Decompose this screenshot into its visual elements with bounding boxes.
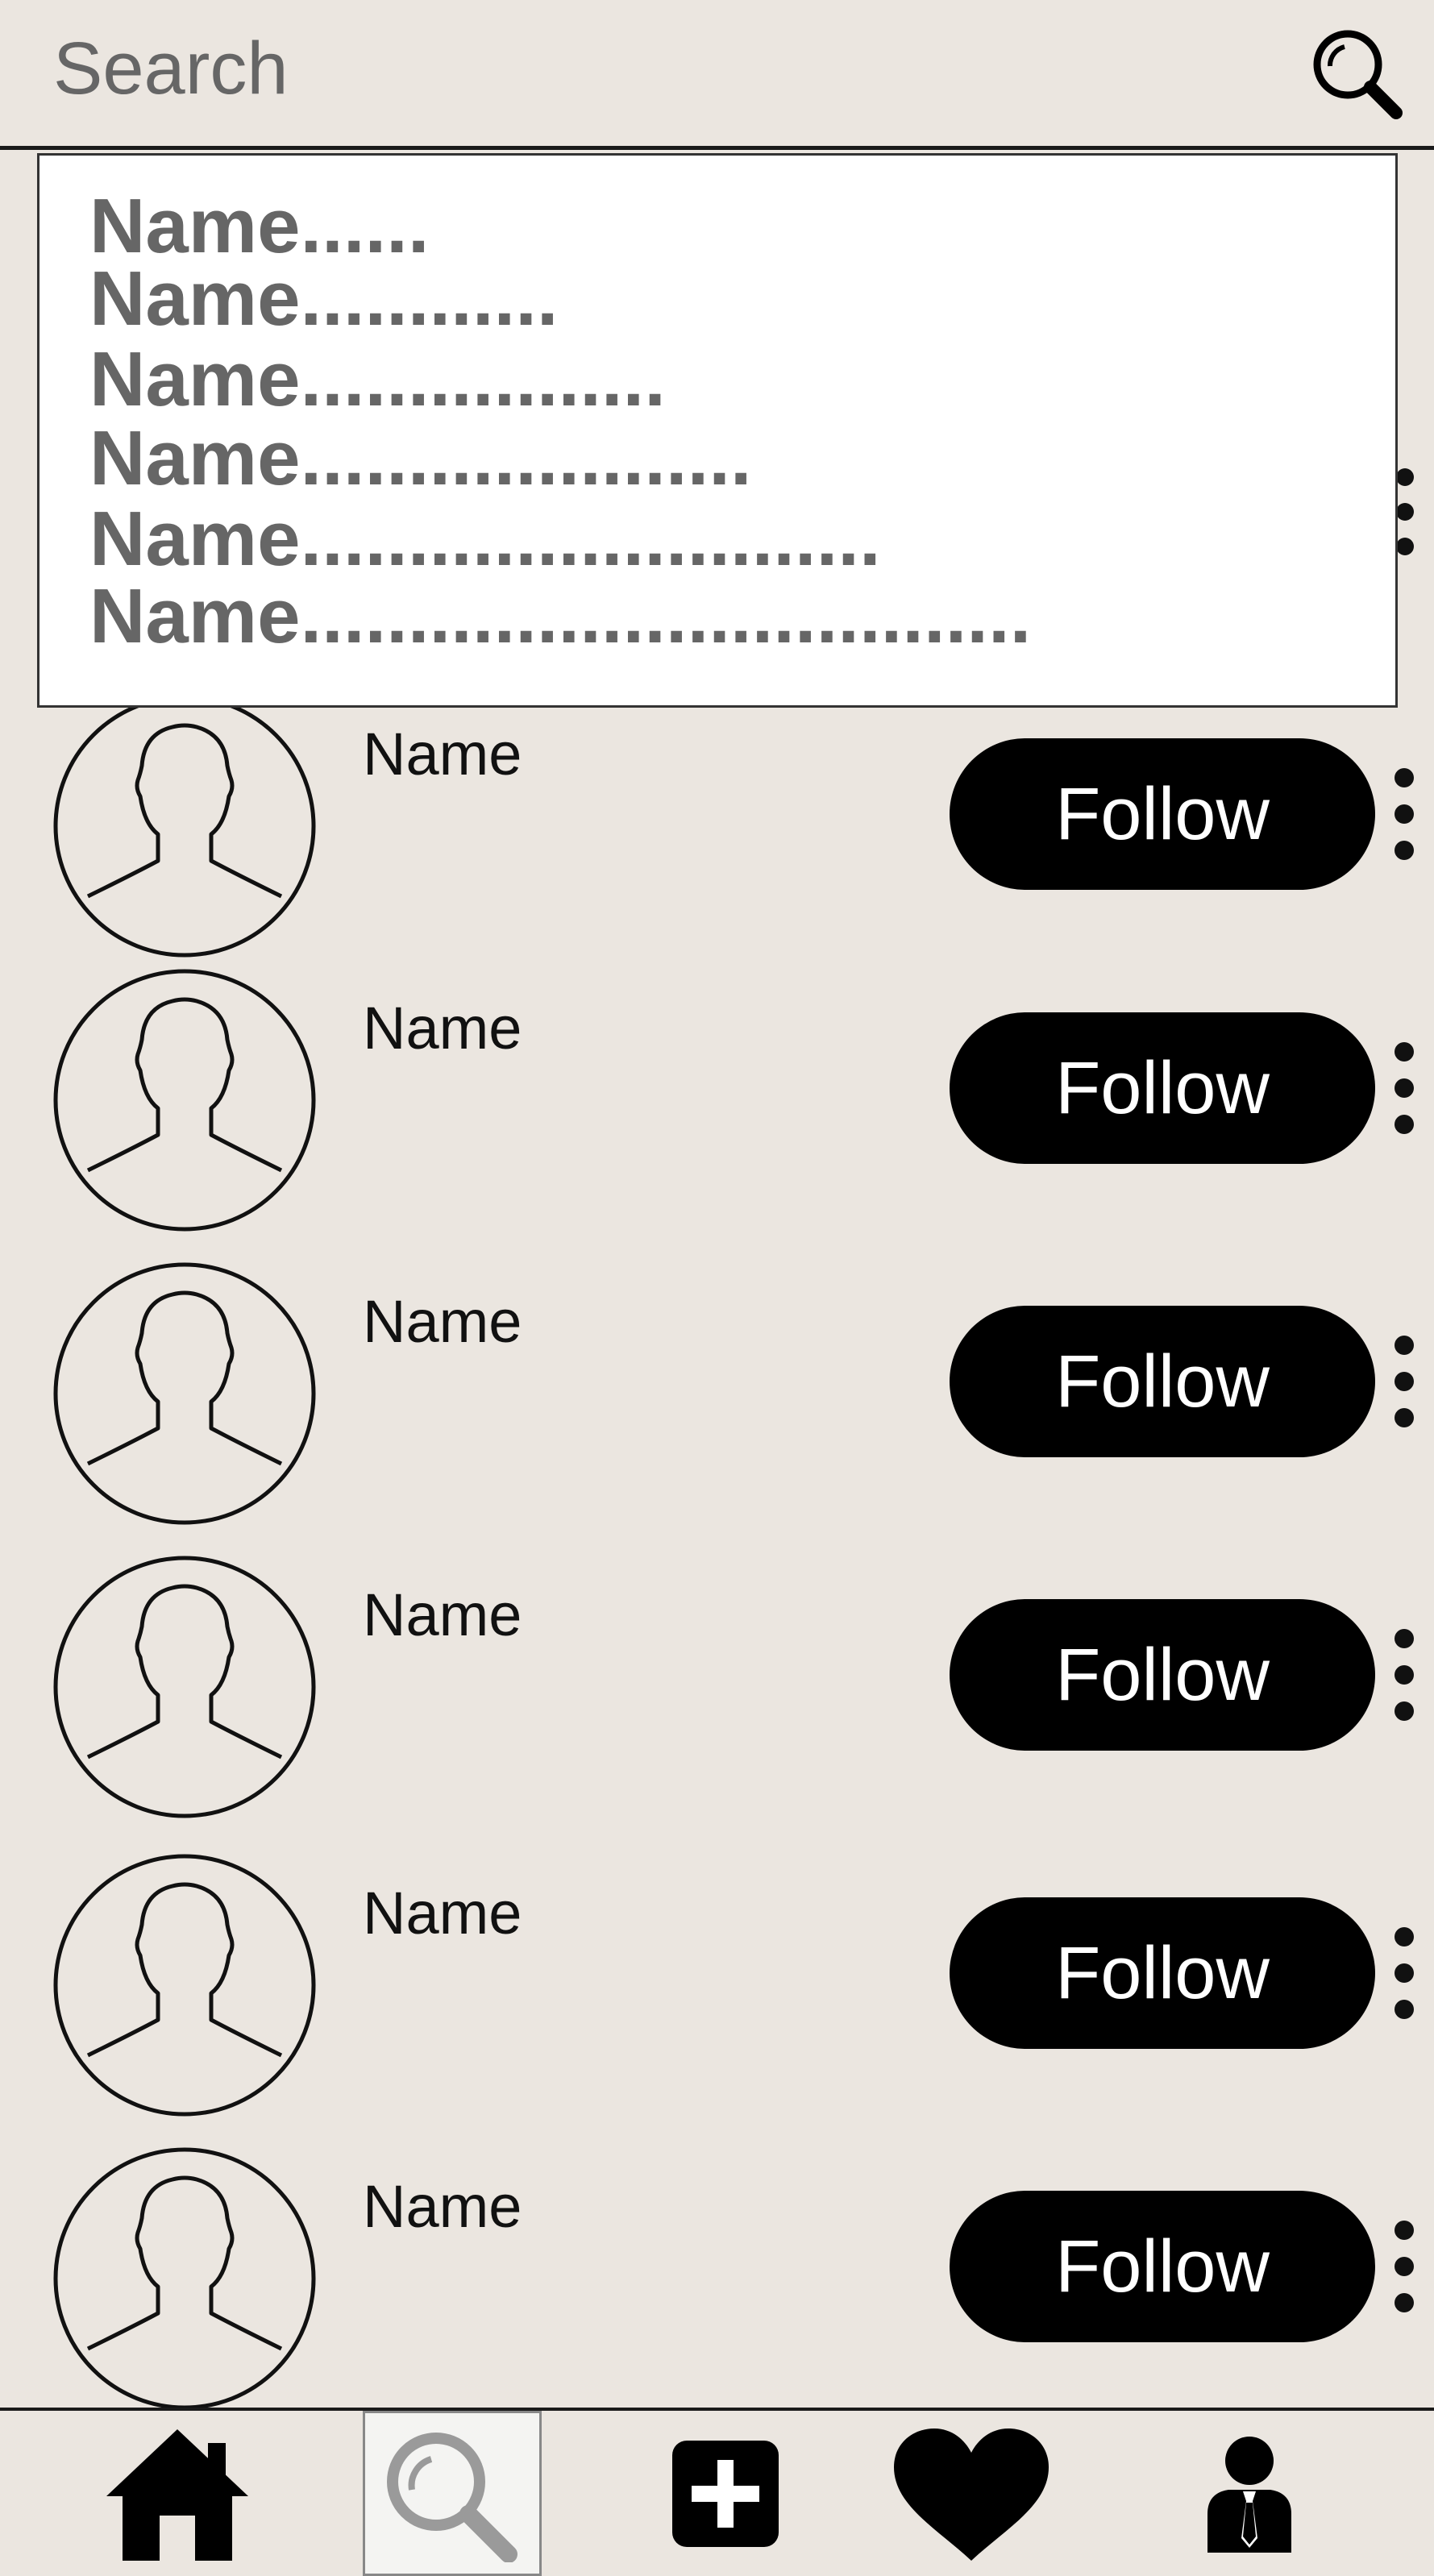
avatar-icon[interactable] bbox=[52, 967, 318, 1233]
search-suggestions-dropdown: Name...... Name............ Name........… bbox=[37, 153, 1398, 708]
user-name[interactable]: Name bbox=[363, 722, 522, 787]
avatar-icon[interactable] bbox=[52, 693, 318, 959]
user-name[interactable]: Name bbox=[363, 996, 522, 1061]
list-item: Name Follow bbox=[0, 967, 1434, 1257]
follow-button[interactable]: Follow bbox=[950, 1012, 1375, 1164]
suggestion-item[interactable]: Name............ bbox=[89, 259, 559, 339]
avatar-icon[interactable] bbox=[52, 1261, 318, 1527]
heart-icon[interactable] bbox=[887, 2411, 1056, 2576]
follow-button[interactable]: Follow bbox=[950, 738, 1375, 890]
more-options-icon[interactable] bbox=[1390, 1627, 1419, 1723]
user-name[interactable]: Name bbox=[363, 1881, 522, 1946]
search-icon[interactable] bbox=[363, 2411, 542, 2576]
search-input[interactable]: Search bbox=[53, 24, 289, 113]
more-options-icon[interactable] bbox=[1390, 1333, 1419, 1430]
avatar-icon[interactable] bbox=[52, 2146, 318, 2412]
list-item: Name Follow bbox=[0, 1261, 1434, 1551]
suggestion-item[interactable]: Name...... bbox=[89, 186, 430, 267]
user-name[interactable]: Name bbox=[363, 1290, 522, 1354]
follow-button[interactable]: Follow bbox=[950, 1599, 1375, 1751]
suggestion-item[interactable]: Name................. bbox=[89, 339, 666, 420]
follow-button[interactable]: Follow bbox=[950, 1897, 1375, 2049]
user-name[interactable]: Name bbox=[363, 2175, 522, 2239]
avatar-icon[interactable] bbox=[52, 1852, 318, 2118]
search-icon[interactable] bbox=[1307, 24, 1404, 121]
list-item: Name Follow bbox=[0, 2146, 1434, 2436]
bottom-nav bbox=[0, 2408, 1434, 2576]
suggestion-item[interactable]: Name.................................. bbox=[89, 576, 1031, 657]
follow-button[interactable]: Follow bbox=[950, 1306, 1375, 1457]
list-item: Name Follow bbox=[0, 693, 1434, 983]
more-options-icon[interactable] bbox=[1390, 2218, 1419, 2315]
home-icon[interactable] bbox=[97, 2411, 258, 2576]
more-options-icon[interactable] bbox=[1390, 766, 1419, 862]
add-icon[interactable] bbox=[661, 2411, 790, 2576]
list-item: Name Follow bbox=[0, 1554, 1434, 1844]
user-name[interactable]: Name bbox=[363, 1583, 522, 1647]
suggestion-item[interactable]: Name........................... bbox=[89, 499, 881, 580]
avatar-icon[interactable] bbox=[52, 1554, 318, 1820]
list-item: Name Follow bbox=[0, 1852, 1434, 2142]
profile-icon[interactable] bbox=[1193, 2411, 1306, 2576]
follow-button[interactable]: Follow bbox=[950, 2191, 1375, 2342]
more-options-icon[interactable] bbox=[1390, 1040, 1419, 1136]
search-bar[interactable]: Search bbox=[0, 0, 1434, 150]
suggestion-item[interactable]: Name..................... bbox=[89, 418, 752, 499]
more-options-icon[interactable] bbox=[1390, 1925, 1419, 2021]
